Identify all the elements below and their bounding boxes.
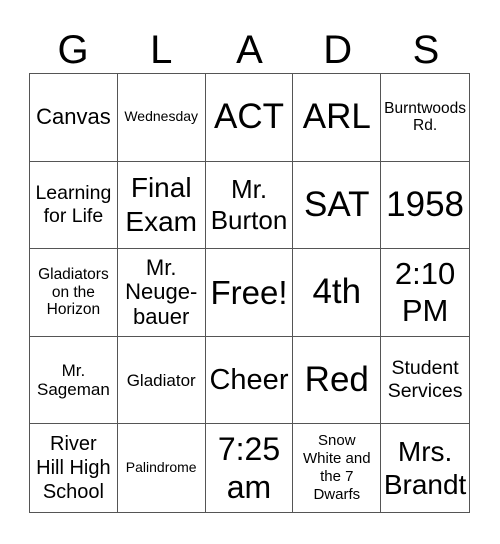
header-letter-g: G [57,28,89,72]
bingo-header: G L A D S [29,28,470,72]
bingo-cell[interactable]: ARL [293,74,382,162]
bingo-cell[interactable]: Burntwoods Rd. [381,74,469,162]
bingo-cell[interactable]: Final Exam [117,161,206,250]
bingo-cell[interactable]: Snow White and the 7 Dwarfs [293,424,382,512]
bingo-cell[interactable]: ACT [205,74,294,162]
bingo-cell[interactable]: Student Services [381,337,469,425]
free-space[interactable]: Free! [205,249,294,337]
bingo-cell[interactable]: 4th [293,249,382,337]
header-letter-d: D [323,28,353,72]
bingo-cell[interactable]: Learning for Life [30,161,118,250]
bingo-cell[interactable]: Mr. Sageman [30,336,118,425]
bingo-cell[interactable]: Gladiators on the Horizon [30,249,118,337]
bingo-grid: Canvas Wednesday ACT ARL Burntwoods Rd. … [29,73,470,513]
header-letter-s: S [412,28,440,72]
bingo-cell[interactable]: 1958 [381,162,469,250]
header-letter-l: L [150,28,173,72]
bingo-cell[interactable]: Mr. Neuge- bauer [117,249,206,337]
bingo-cell[interactable]: Wednesday [117,74,206,162]
header-letter-a: A [236,28,263,72]
bingo-cell[interactable]: River Hill High School [30,424,118,512]
bingo-cell[interactable]: Red [293,336,382,425]
bingo-cell[interactable]: Mr. Burton [205,161,294,250]
bingo-cell[interactable]: 7:25 am [206,424,294,512]
bingo-cell[interactable]: Mrs. Brandt [381,424,469,512]
bingo-cell[interactable]: Canvas [30,74,118,162]
bingo-cell[interactable]: 2:10 PM [381,249,469,337]
bingo-cell[interactable]: Cheer [205,336,294,425]
bingo-cell[interactable]: Palindrome [118,424,206,512]
bingo-cell[interactable]: SAT [293,161,382,250]
bingo-cell[interactable]: Gladiator [117,336,206,425]
